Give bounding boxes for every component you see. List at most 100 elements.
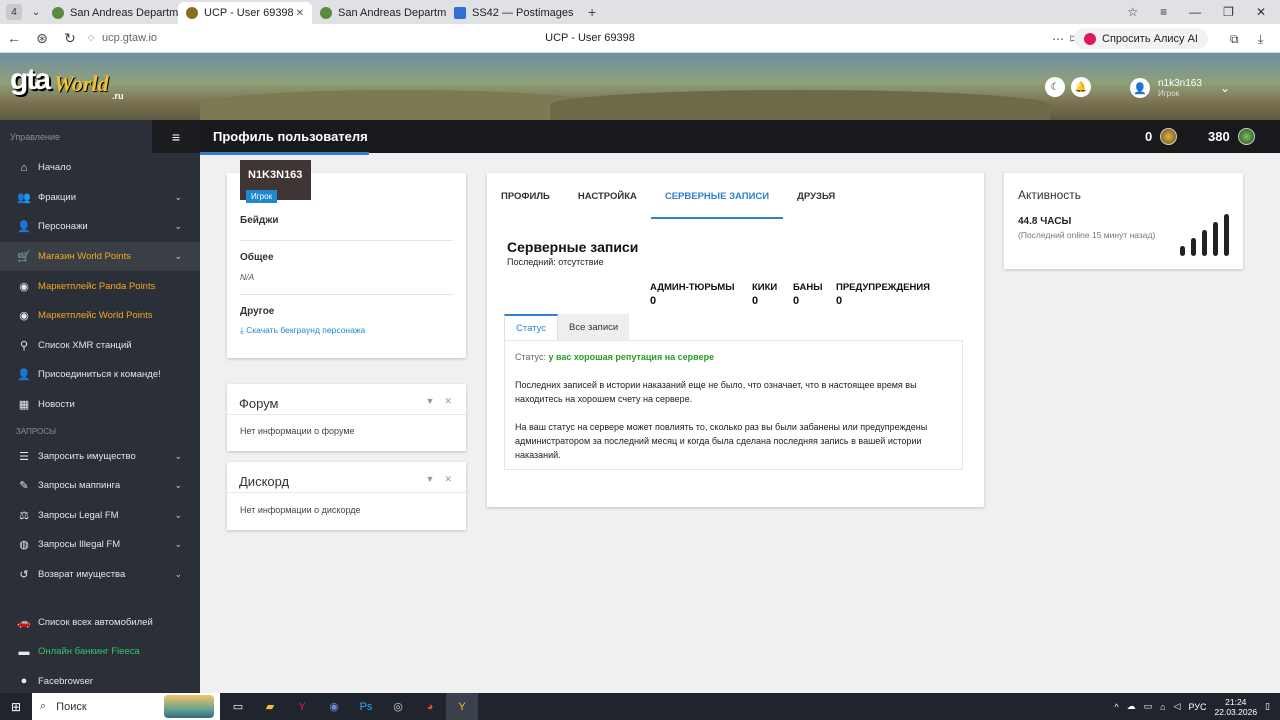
network-icon[interactable]: ⌂ (1160, 702, 1165, 712)
shield-icon[interactable]: ⊛ (28, 30, 56, 47)
car-icon: 🚗 (17, 616, 31, 629)
site-logo[interactable]: gta World .ru (10, 63, 130, 107)
discord-icon[interactable]: ◉ (318, 693, 350, 720)
sidebar-item[interactable]: ◉ Маркетплейс World Points (0, 301, 200, 331)
chrome-icon[interactable]: ◕ (414, 693, 446, 720)
tray-chevron-icon[interactable]: ^ (1114, 702, 1118, 712)
coins-icon: ◉ (19, 310, 29, 323)
chevron-down-icon[interactable]: ⌄ (174, 192, 182, 203)
yandex-browser-icon[interactable]: Y (286, 693, 318, 720)
browser-tab-active[interactable]: UCP - User 69398 ✕ (178, 2, 312, 24)
windows-start-icon[interactable]: ⊞ (0, 700, 32, 714)
file-explorer-icon[interactable]: ▰ (254, 693, 286, 720)
tab-list-chevron-icon[interactable]: ⌄ (28, 4, 44, 20)
yandex-active-icon[interactable]: Y (446, 693, 478, 720)
more-icon[interactable]: ⋯ (1052, 32, 1064, 46)
tab-count-badge[interactable]: 4 (6, 4, 22, 20)
collapse-chevron-icon[interactable]: ▼ (426, 474, 435, 485)
sidebar-item[interactable]: ↺ Возврат имущества ⌄ (0, 560, 200, 590)
close-icon[interactable]: ✕ (444, 474, 452, 485)
tab-profile[interactable]: ПРОФИЛЬ (487, 173, 564, 219)
activity-last-online: (Последний online 15 минут назад) (1018, 230, 1156, 240)
page-title: Профиль пользователя (213, 129, 368, 144)
tab-favicon-icon (186, 7, 198, 19)
counter-bans: БАНЫ 0 (793, 282, 823, 307)
cloud-icon[interactable]: ☁ (1127, 701, 1136, 712)
profile-name-badge: N1K3N163 Игрок (240, 160, 311, 203)
panda-icon (1237, 128, 1255, 145)
sidebar-item[interactable]: ◉ Маркетплейс Panda Points (0, 271, 200, 301)
collections-icon[interactable]: ⧉ (1230, 32, 1239, 47)
address-bar: ← ⊛ ↻ ◌ ucp.gtaw.io UCP - User 69398 ⋯ ⌑… (0, 24, 1280, 53)
chevron-down-icon[interactable]: ⌄ (174, 451, 182, 462)
browser-tab[interactable]: San Andreas Department o (44, 2, 178, 24)
chevron-down-icon[interactable]: ⌄ (174, 510, 182, 521)
tab-friends[interactable]: ДРУЗЬЯ (783, 173, 849, 219)
tab-server-records[interactable]: СЕРВЕРНЫЕ ЗАПИСИ (650, 173, 784, 219)
taskbar-clock[interactable]: 21:24 22.03.2026 (1215, 697, 1258, 717)
sidebar-item[interactable]: 👤 Персонажи ⌄ (0, 212, 200, 242)
coins-icon: ◉ (19, 280, 29, 293)
sidebar-item[interactable]: ☰ Запросить имущество ⌄ (0, 441, 200, 471)
close-icon[interactable]: ✕ (444, 396, 452, 407)
reload-icon[interactable]: ↻ (56, 30, 84, 47)
tab-settings[interactable]: НАСТРОЙКА (564, 173, 651, 219)
task-view-icon[interactable]: ▭ (222, 693, 254, 720)
list-icon: ☰ (19, 450, 29, 463)
sidebar-item[interactable]: ▦ Новости (0, 390, 200, 420)
new-tab-icon[interactable]: + (588, 4, 596, 20)
volume-icon[interactable]: ◁ (1174, 701, 1181, 712)
alice-button[interactable]: Спросить Алису AI (1074, 28, 1208, 49)
chevron-down-icon[interactable]: ⌄ (174, 221, 182, 232)
menu-icon[interactable]: ≡ (1160, 5, 1167, 19)
sidebar-item[interactable]: ✎ Запросы маппинга ⌄ (0, 471, 200, 501)
sidebar-item[interactable]: ⚲ Список XMR станций (0, 331, 200, 361)
tab-close-icon[interactable]: ✕ (296, 8, 304, 19)
sidebar-item-label: Facebrowser (38, 675, 93, 687)
chevron-down-icon[interactable]: ⌄ (174, 539, 182, 550)
status-value: у вас хорошая репутация на сервере (548, 352, 715, 362)
sidebar-item[interactable]: ▬ Онлайн банкинг Fleeca (0, 637, 200, 667)
counter-warnings: ПРЕДУПРЕЖДЕНИЯ 0 (836, 282, 931, 307)
browser-tab[interactable]: San Andreas Department o (312, 2, 446, 24)
back-icon[interactable]: ← (0, 30, 28, 46)
browser-tab[interactable]: SS42 — Postimages (446, 2, 580, 24)
sidebar-item[interactable]: 👥 Фракции ⌄ (0, 183, 200, 213)
url-field[interactable]: ucp.gtaw.io (102, 32, 157, 44)
chevron-down-icon[interactable]: ⌄ (174, 480, 182, 491)
minimize-icon[interactable]: — (1189, 5, 1201, 19)
signal-bar (1202, 230, 1207, 256)
sidebar-item-label: Маркетплейс World Points (38, 310, 153, 322)
display-icon[interactable]: ▭ (1144, 701, 1153, 712)
hamburger-menu-icon[interactable]: ≡ (152, 120, 200, 153)
download-background-link[interactable]: ⤓ Скачать бекграунд персонажа (240, 325, 365, 336)
browser-tab-bar: 4 ⌄ San Andreas Department o UCP - User … (0, 0, 1280, 24)
steam-icon[interactable]: ◎ (382, 693, 414, 720)
sidebar-item[interactable]: 🚗 Список всех автомобилей (0, 607, 200, 637)
sidebar-item[interactable]: ⚖ Запросы Legal FM ⌄ (0, 501, 200, 531)
download-icon[interactable]: ⤓ (1258, 32, 1263, 47)
sidebar-item[interactable]: ● Facebrowser (0, 667, 200, 694)
subtab-all-records[interactable]: Все записи (558, 314, 630, 340)
collapse-chevron-icon[interactable]: ▼ (426, 396, 435, 407)
sidebar-item[interactable]: 🛒 Магазин World Points ⌄ (0, 241, 200, 272)
photoshop-icon[interactable]: Ps (350, 693, 382, 720)
chevron-down-icon[interactable]: ⌄ (174, 251, 182, 262)
notification-center-icon[interactable]: ▯ (1265, 701, 1270, 712)
panda-points-stat: 380 (1208, 128, 1255, 145)
language-indicator[interactable]: РУС (1188, 702, 1206, 712)
sidebar-item[interactable]: ◍ Запросы Illegal FM ⌄ (0, 530, 200, 560)
user-menu[interactable]: 👤 n1k3n163 Игрок ⌄ (1130, 77, 1230, 99)
chevron-down-icon[interactable]: ⌄ (174, 569, 182, 580)
bookmarks-icon[interactable]: ☆ (1127, 5, 1138, 19)
activity-hours: 44.8 ЧАСЫ (1018, 216, 1072, 227)
notifications-bell-icon[interactable]: 🔔 (1071, 77, 1091, 97)
maximize-icon[interactable]: ❐ (1223, 5, 1234, 19)
sidebar-item[interactable]: ⌂ Начало (0, 153, 200, 183)
dark-mode-toggle-icon[interactable]: ☾ (1045, 77, 1065, 97)
close-window-icon[interactable]: ✕ (1256, 5, 1266, 19)
site-info-icon[interactable]: ◌ (84, 32, 98, 44)
chevron-down-icon[interactable]: ⌄ (1220, 81, 1230, 95)
sidebar-item[interactable]: 👤 Присоединиться к команде! (0, 360, 200, 390)
subtab-status[interactable]: Статус (504, 314, 559, 340)
